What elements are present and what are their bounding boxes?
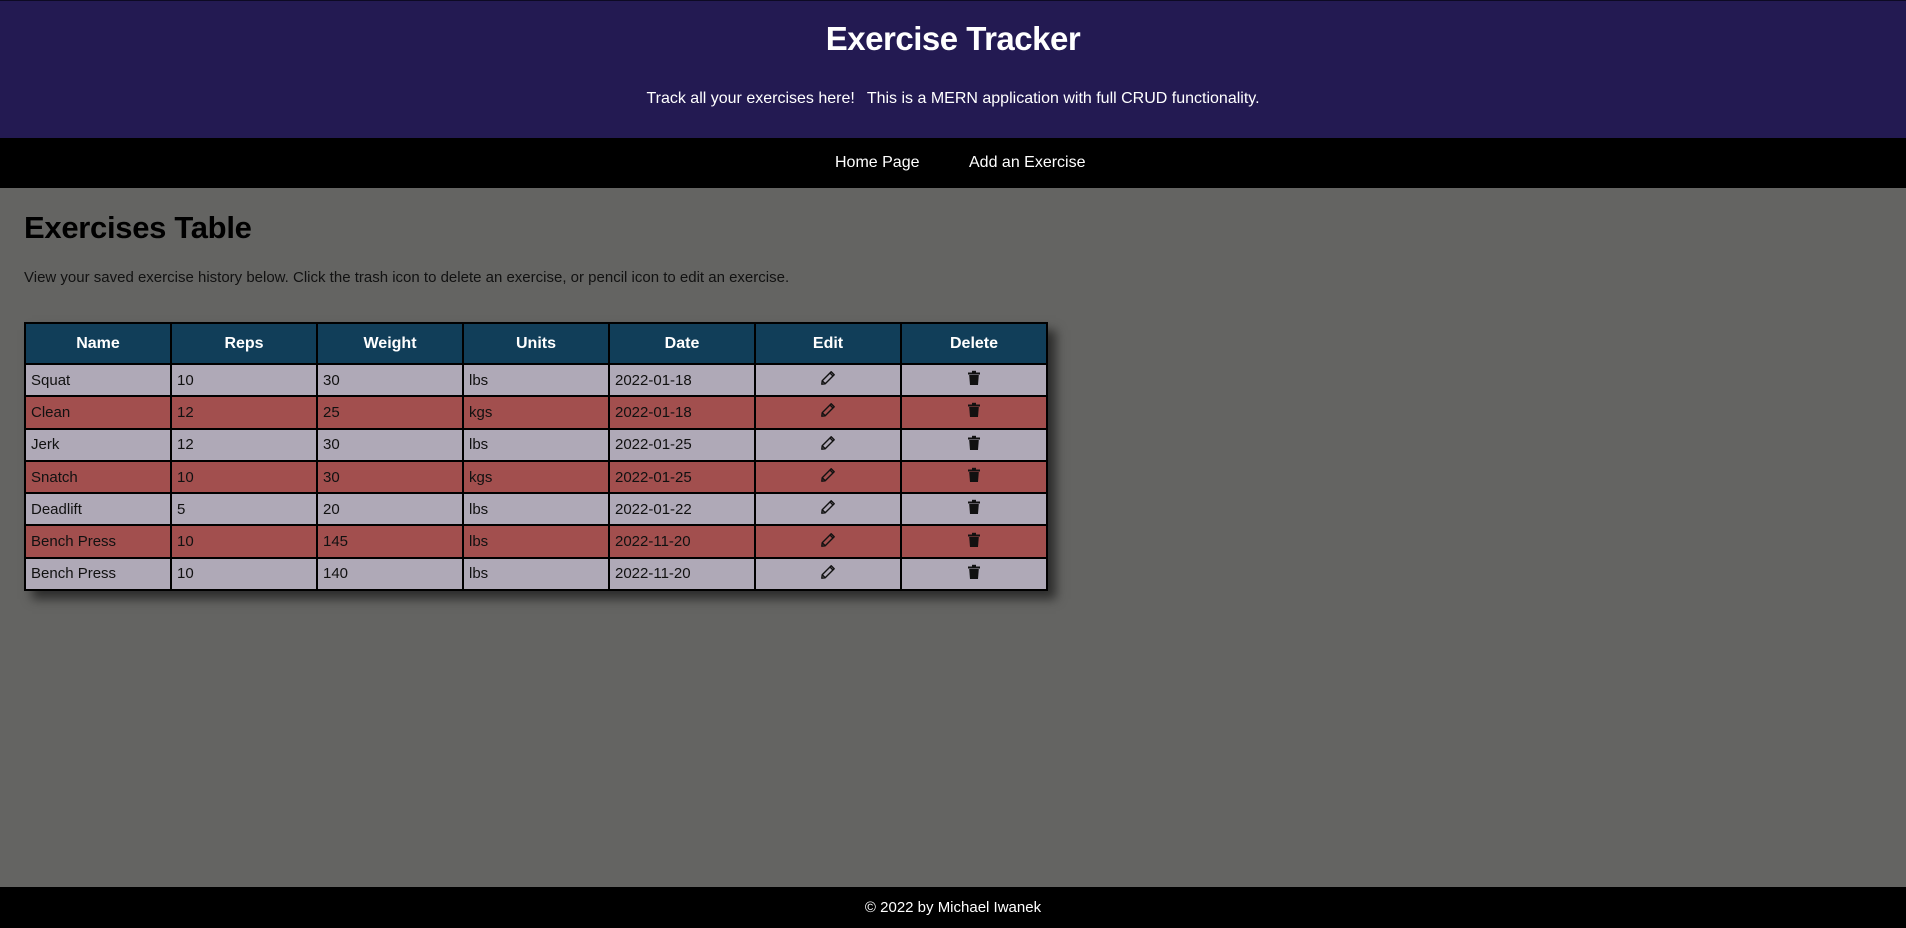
pencil-icon[interactable] (820, 370, 836, 390)
cell-weight: 30 (316, 459, 464, 495)
cell-reps: 10 (170, 556, 318, 592)
pencil-icon[interactable] (820, 564, 836, 584)
column-header-edit: Edit (754, 322, 902, 365)
cell-reps: 12 (170, 427, 318, 462)
table-row: Bench Press 10 140 lbs 2022-11-20 (24, 556, 1048, 592)
nav-add-exercise[interactable]: Add an Exercise (969, 154, 1086, 172)
nav-home-page[interactable]: Home Page (835, 154, 920, 172)
cell-weight: 25 (316, 395, 464, 430)
delete-cell (900, 395, 1048, 430)
cell-name: Bench Press (24, 556, 172, 592)
site-footer: © 2022 by Michael Iwanek (0, 887, 1906, 928)
delete-cell (900, 556, 1048, 592)
column-header-units: Units (462, 322, 610, 365)
edit-cell (754, 362, 902, 398)
delete-cell (900, 362, 1048, 398)
tagline-part-1: Track all your exercises here! (646, 90, 855, 107)
trash-icon[interactable] (967, 564, 981, 584)
trash-icon[interactable] (967, 532, 981, 552)
site-header: Exercise Tracker Track all your exercise… (0, 0, 1906, 138)
cell-units: kgs (462, 459, 610, 495)
cell-units: lbs (462, 556, 610, 592)
cell-name: Clean (24, 395, 172, 430)
cell-name: Squat (24, 362, 172, 398)
cell-units: lbs (462, 427, 610, 462)
cell-reps: 12 (170, 395, 318, 430)
page-description: View your saved exercise history below. … (24, 269, 790, 286)
site-title: Exercise Tracker (825, 20, 1081, 57)
cell-name: Snatch (24, 459, 172, 495)
cell-date: 2022-11-20 (608, 524, 756, 559)
delete-cell (900, 524, 1048, 559)
cell-date: 2022-11-20 (608, 556, 756, 592)
table-row: Deadlift 5 20 lbs 2022-01-22 (24, 492, 1048, 527)
cell-weight: 20 (316, 492, 464, 527)
cell-date: 2022-01-22 (608, 492, 756, 527)
cell-weight: 145 (316, 524, 464, 559)
pencil-icon[interactable] (820, 499, 836, 519)
footer-copyright: © 2022 by Michael Iwanek (864, 899, 1042, 916)
edit-cell (754, 427, 902, 462)
cell-name: Bench Press (24, 524, 172, 559)
cell-reps: 10 (170, 362, 318, 398)
delete-cell (900, 427, 1048, 462)
cell-date: 2022-01-18 (608, 395, 756, 430)
edit-cell (754, 556, 902, 592)
column-header-delete: Delete (900, 322, 1048, 365)
cell-name: Jerk (24, 427, 172, 462)
cell-units: lbs (462, 362, 610, 398)
cell-weight: 30 (316, 362, 464, 398)
table-row: Snatch 10 30 kgs 2022-01-25 (24, 459, 1048, 495)
edit-cell (754, 459, 902, 495)
cell-units: lbs (462, 524, 610, 559)
page-title: Exercises Table (24, 210, 252, 245)
trash-icon[interactable] (967, 499, 981, 519)
cell-date: 2022-01-18 (608, 362, 756, 398)
column-header-weight: Weight (316, 322, 464, 365)
site-tagline: Track all your exercises here! This is a … (0, 90, 1906, 108)
table-row: Squat 10 30 lbs 2022-01-18 (24, 362, 1048, 398)
trash-icon[interactable] (967, 402, 981, 422)
cell-reps: 5 (170, 492, 318, 527)
cell-name: Deadlift (24, 492, 172, 527)
edit-cell (754, 492, 902, 527)
cell-reps: 10 (170, 524, 318, 559)
table-row: Bench Press 10 145 lbs 2022-11-20 (24, 524, 1048, 559)
cell-reps: 10 (170, 459, 318, 495)
column-header-name: Name (24, 322, 172, 365)
table-header-row: Name Reps Weight Units Date Edit Delete (24, 322, 1048, 365)
column-header-reps: Reps (170, 322, 318, 365)
cell-units: kgs (462, 395, 610, 430)
exercises-table: Name Reps Weight Units Date Edit Delete … (24, 322, 1048, 592)
cell-date: 2022-01-25 (608, 459, 756, 495)
pencil-icon[interactable] (820, 435, 836, 455)
table-row: Jerk 12 30 lbs 2022-01-25 (24, 427, 1048, 462)
pencil-icon[interactable] (820, 467, 836, 487)
cell-weight: 140 (316, 556, 464, 592)
cell-date: 2022-01-25 (608, 427, 756, 462)
delete-cell (900, 492, 1048, 527)
cell-weight: 30 (316, 427, 464, 462)
pencil-icon[interactable] (820, 532, 836, 552)
delete-cell (900, 459, 1048, 495)
trash-icon[interactable] (967, 435, 981, 455)
cell-units: lbs (462, 492, 610, 527)
column-header-date: Date (608, 322, 756, 365)
trash-icon[interactable] (967, 467, 981, 487)
tagline-part-2: This is a MERN application with full CRU… (866, 90, 1260, 107)
edit-cell (754, 524, 902, 559)
pencil-icon[interactable] (820, 402, 836, 422)
edit-cell (754, 395, 902, 430)
table-row: Clean 12 25 kgs 2022-01-18 (24, 395, 1048, 430)
main-nav: Home Page Add an Exercise (0, 138, 1906, 188)
trash-icon[interactable] (967, 370, 981, 390)
